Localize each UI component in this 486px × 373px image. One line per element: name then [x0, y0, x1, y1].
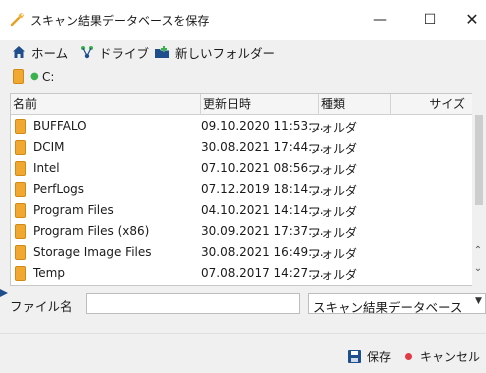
home-button[interactable]: ホーム	[12, 43, 68, 61]
folder-icon	[15, 119, 26, 134]
file-name: BUFFALO	[33, 119, 87, 133]
list-item[interactable]: Program Files 04.10.2021 14:14:... フォルダ	[11, 200, 475, 221]
file-type: フォルダ	[309, 142, 358, 156]
list-item[interactable]: PerfLogs 07.12.2019 18:14:... フォルダ	[11, 179, 475, 200]
close-button[interactable]: ✕	[460, 10, 484, 30]
file-name: Intel	[33, 161, 60, 175]
file-type: フォルダ	[309, 226, 358, 240]
dropdown-arrow-icon[interactable]: ▼	[475, 296, 482, 306]
file-type: フォルダ	[309, 121, 358, 135]
column-header-name[interactable]: 名前	[11, 94, 201, 115]
maximize-button[interactable]: ☐	[418, 10, 442, 30]
file-name: Program Files	[33, 203, 114, 217]
file-date: 07.08.2017 14:27:...	[201, 266, 324, 280]
file-type: フォルダ	[309, 247, 358, 261]
vertical-scrollbar[interactable]: ⌃ ⌄	[472, 93, 484, 286]
file-name: PerfLogs	[33, 182, 85, 196]
file-type: フォルダ	[309, 184, 358, 198]
file-name: Temp	[33, 266, 65, 280]
filetype-select[interactable]: スキャン結果データベース ▼	[308, 293, 486, 315]
list-item[interactable]: Intel 07.10.2021 08:56:... フォルダ	[11, 158, 475, 179]
filename-label: ファイル名	[10, 299, 73, 314]
footer-divider	[0, 333, 486, 334]
home-label: ホーム	[31, 45, 69, 61]
drive-status-dot: ●	[30, 71, 39, 82]
file-type: フォルダ	[309, 268, 358, 282]
file-type: フォルダ	[309, 163, 358, 177]
file-type: フォルダ	[309, 205, 358, 219]
file-name: Storage Image Files	[33, 245, 152, 259]
cancel-dot-icon	[405, 352, 412, 360]
list-header: 名前 更新日時 種類 サイズ	[11, 94, 475, 115]
home-icon	[13, 46, 25, 58]
new-folder-label: 新しいフォルダー	[175, 45, 276, 61]
drive-button[interactable]: ドライブ	[80, 43, 149, 61]
folder-icon	[15, 266, 26, 281]
drive-label: ドライブ	[99, 45, 150, 61]
folder-icon	[13, 69, 24, 84]
folder-icon	[15, 224, 26, 239]
folder-icon	[15, 140, 26, 155]
list-item[interactable]: Temp 07.08.2017 14:27:... フォルダ	[11, 263, 475, 284]
file-date: 30.08.2021 16:49:...	[201, 245, 324, 259]
column-header-date[interactable]: 更新日時	[201, 94, 319, 115]
scroll-up-icon[interactable]: ⌃	[472, 245, 484, 259]
file-name: Program Files (x86)	[33, 224, 150, 238]
file-date: 30.08.2021 17:44:...	[201, 140, 324, 154]
list-item[interactable]: DCIM 30.08.2021 17:44:... フォルダ	[11, 137, 475, 158]
file-date: 07.12.2019 18:14:...	[201, 182, 324, 196]
filetype-value: スキャン結果データベース	[313, 300, 463, 315]
toolbar: ホーム ドライブ 新しいフォルダー	[0, 40, 486, 64]
folder-icon	[15, 182, 26, 197]
cancel-button[interactable]: キャンセル	[405, 347, 480, 365]
filename-input[interactable]	[86, 293, 300, 314]
column-header-type[interactable]: 種類	[319, 94, 391, 115]
new-folder-button[interactable]: 新しいフォルダー	[154, 43, 275, 61]
file-rows: BUFFALO 09.10.2020 11:53:... フォルダ DCIM 3…	[11, 116, 475, 284]
pointer-arrow-icon	[0, 289, 8, 297]
file-name: DCIM	[33, 140, 65, 154]
scroll-down-icon[interactable]: ⌄	[472, 263, 484, 277]
column-header-size[interactable]: サイズ	[391, 94, 475, 115]
current-path: C:	[42, 70, 55, 84]
folder-icon	[15, 161, 26, 176]
wrench-icon	[10, 13, 24, 27]
file-date: 04.10.2021 14:14:...	[201, 203, 324, 217]
file-date: 07.10.2021 08:56:...	[201, 161, 324, 175]
path-bar[interactable]: ● C:	[10, 67, 480, 87]
file-date: 09.10.2020 11:53:...	[201, 119, 324, 133]
scrollbar-thumb[interactable]	[475, 115, 483, 205]
title-bar: スキャン結果データベースを保存 — ☐ ✕	[0, 0, 486, 40]
folder-icon	[15, 203, 26, 218]
minimize-button[interactable]: —	[368, 10, 392, 30]
list-item[interactable]: Program Files (x86) 30.09.2021 17:37:...…	[11, 221, 475, 242]
save-label: 保存	[367, 349, 392, 364]
cancel-label: キャンセル	[420, 349, 481, 364]
new-folder-icon	[155, 46, 169, 58]
floppy-disk-icon	[348, 349, 361, 363]
folder-icon	[15, 245, 26, 260]
list-item[interactable]: BUFFALO 09.10.2020 11:53:... フォルダ	[11, 116, 475, 137]
network-icon	[81, 46, 93, 59]
list-item[interactable]: Storage Image Files 30.08.2021 16:49:...…	[11, 242, 475, 263]
file-date: 30.09.2021 17:37:...	[201, 224, 324, 238]
file-list[interactable]: 名前 更新日時 種類 サイズ BUFFALO 09.10.2020 11:53:…	[10, 93, 476, 286]
save-button[interactable]: 保存	[348, 347, 391, 365]
window-title: スキャン結果データベースを保存	[30, 14, 210, 28]
